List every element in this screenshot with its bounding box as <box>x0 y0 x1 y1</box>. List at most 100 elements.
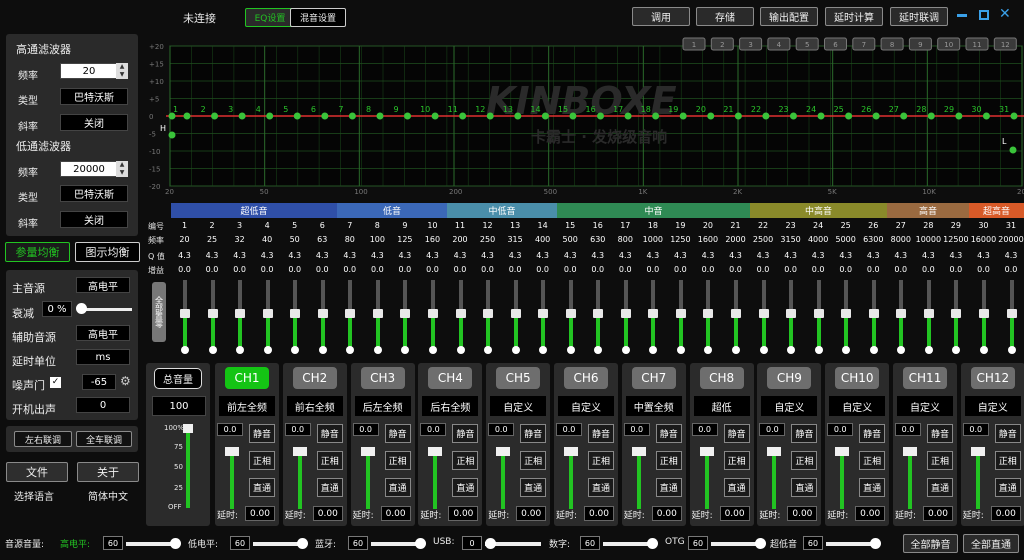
language-select[interactable]: 简体中文 <box>88 488 128 503</box>
gear-icon[interactable]: ⚙ <box>120 374 131 388</box>
eq-q[interactable]: 4.3 <box>364 251 391 260</box>
phase-button[interactable]: 正相 <box>588 451 614 470</box>
channel-gain-value[interactable]: 0.0 <box>217 423 243 436</box>
slider-thumb[interactable] <box>262 309 273 318</box>
slider-dot[interactable] <box>263 346 272 354</box>
atten-slider-thumb[interactable] <box>76 303 87 314</box>
eq-gain[interactable]: 0.0 <box>474 265 501 274</box>
slider-dot[interactable] <box>869 346 878 354</box>
slider-dot[interactable] <box>704 346 713 354</box>
delay-value[interactable]: 0.00 <box>923 506 953 521</box>
channel-gain-value[interactable]: 0.0 <box>352 423 379 436</box>
eq-gain[interactable]: 0.0 <box>226 265 253 274</box>
phase-button[interactable]: 正相 <box>723 451 750 470</box>
eq-gain[interactable]: 0.0 <box>254 265 281 274</box>
high-level-slider[interactable] <box>126 542 176 546</box>
eq-q[interactable]: 4.3 <box>998 251 1024 260</box>
eq-gain-slider[interactable] <box>336 280 363 356</box>
channel-button[interactable]: CH4 <box>428 367 473 389</box>
channel-name[interactable]: 自定义 <box>761 396 818 416</box>
channel-gain-value[interactable]: 0.0 <box>962 423 989 436</box>
eq-q[interactable]: 4.3 <box>777 251 804 260</box>
master-volume-value[interactable]: 100 <box>152 396 206 416</box>
eq-q[interactable]: 4.3 <box>254 251 281 260</box>
hpf-type-select[interactable]: 巴特沃斯 <box>60 88 128 105</box>
save-button[interactable]: 存储 <box>696 7 754 26</box>
hpf-freq-input[interactable]: 20 <box>60 63 118 79</box>
channel-gain-value[interactable]: 0.0 <box>284 423 311 436</box>
delay-value[interactable]: 0.00 <box>448 506 479 521</box>
slider-thumb[interactable] <box>758 309 769 318</box>
mute-button[interactable]: 静音 <box>588 424 614 443</box>
close-icon[interactable]: ✕ <box>999 6 1011 22</box>
eq-gain-slider[interactable] <box>529 280 556 356</box>
eq-point[interactable] <box>734 112 742 120</box>
delay-value[interactable]: 0.00 <box>245 506 275 521</box>
low-level-value[interactable]: 60 <box>230 536 250 550</box>
eq-gain-slider[interactable] <box>419 280 446 356</box>
eq-point[interactable] <box>707 112 715 120</box>
pass-through-button[interactable]: 直通 <box>452 478 479 497</box>
eq-q[interactable]: 4.3 <box>502 251 529 260</box>
maximize-icon[interactable] <box>979 10 989 20</box>
eq-point[interactable] <box>1010 112 1018 120</box>
low-level-thumb[interactable] <box>297 538 308 549</box>
phase-button[interactable]: 正相 <box>316 451 343 470</box>
otg-slider[interactable] <box>711 542 761 546</box>
mute-button[interactable]: 静音 <box>994 424 1021 443</box>
slider-thumb[interactable] <box>565 309 576 318</box>
eq-gain-slider[interactable] <box>226 280 253 356</box>
phase-button[interactable]: 正相 <box>994 451 1021 470</box>
eq-gain[interactable]: 0.0 <box>942 265 969 274</box>
eq-gain[interactable]: 0.0 <box>309 265 336 274</box>
eq-point[interactable] <box>266 112 274 120</box>
eq-point-start[interactable] <box>168 112 176 120</box>
call-button[interactable]: 调用 <box>632 7 690 26</box>
eq-gain-slider[interactable] <box>942 280 969 356</box>
eq-gain[interactable]: 0.0 <box>805 265 832 274</box>
eq-gain[interactable]: 0.0 <box>584 265 611 274</box>
slider-thumb[interactable] <box>372 309 383 318</box>
digital-value[interactable]: 60 <box>580 536 600 550</box>
slider-dot[interactable] <box>952 346 961 354</box>
channel-volume-thumb[interactable] <box>225 447 239 456</box>
slider-thumb[interactable] <box>180 309 190 318</box>
delay-value[interactable]: 0.00 <box>380 506 411 521</box>
eq-q[interactable]: 4.3 <box>667 251 694 260</box>
slider-dot[interactable] <box>401 346 410 354</box>
slider-dot[interactable] <box>373 346 382 354</box>
eq-gain-slider[interactable] <box>832 280 859 356</box>
bluetooth-slider[interactable] <box>371 542 421 546</box>
channel-button[interactable]: CH2 <box>292 367 337 389</box>
channel-button[interactable]: CH9 <box>767 367 812 389</box>
slider-dot[interactable] <box>428 346 437 354</box>
tab-graphic-eq[interactable]: 图示均衡 <box>75 242 140 262</box>
slider-thumb[interactable] <box>483 309 494 318</box>
eq-gain[interactable]: 0.0 <box>612 265 639 274</box>
eq-gain[interactable]: 0.0 <box>419 265 446 274</box>
eq-gain[interactable]: 0.0 <box>336 265 363 274</box>
lpf-type-select[interactable]: 巴特沃斯 <box>60 185 128 202</box>
eq-point[interactable] <box>900 112 908 120</box>
bluetooth-thumb[interactable] <box>415 538 426 549</box>
eq-gain-slider[interactable] <box>639 280 666 356</box>
channel-gain-value[interactable]: 0.0 <box>759 423 786 436</box>
eq-gain[interactable]: 0.0 <box>391 265 418 274</box>
delay-value[interactable]: 0.00 <box>990 506 1021 521</box>
slider-dot[interactable] <box>676 346 685 354</box>
slider-dot[interactable] <box>346 346 355 354</box>
slider-dot[interactable] <box>318 346 327 354</box>
channel-volume-thumb[interactable] <box>292 447 307 456</box>
eq-gain-slider[interactable] <box>970 280 997 356</box>
eq-gain[interactable]: 0.0 <box>529 265 556 274</box>
slider-dot[interactable] <box>649 346 658 354</box>
eq-q[interactable]: 4.3 <box>529 251 556 260</box>
pass-through-button[interactable]: 直通 <box>520 478 547 497</box>
slider-dot[interactable] <box>621 346 630 354</box>
eq-gain[interactable]: 0.0 <box>832 265 859 274</box>
eq-q[interactable]: 4.3 <box>391 251 418 260</box>
pass-through-button[interactable]: 直通 <box>588 478 614 497</box>
eq-point[interactable] <box>321 112 329 120</box>
pass-all-button[interactable]: 全部直通 <box>963 534 1019 553</box>
eq-q[interactable]: 4.3 <box>915 251 942 260</box>
